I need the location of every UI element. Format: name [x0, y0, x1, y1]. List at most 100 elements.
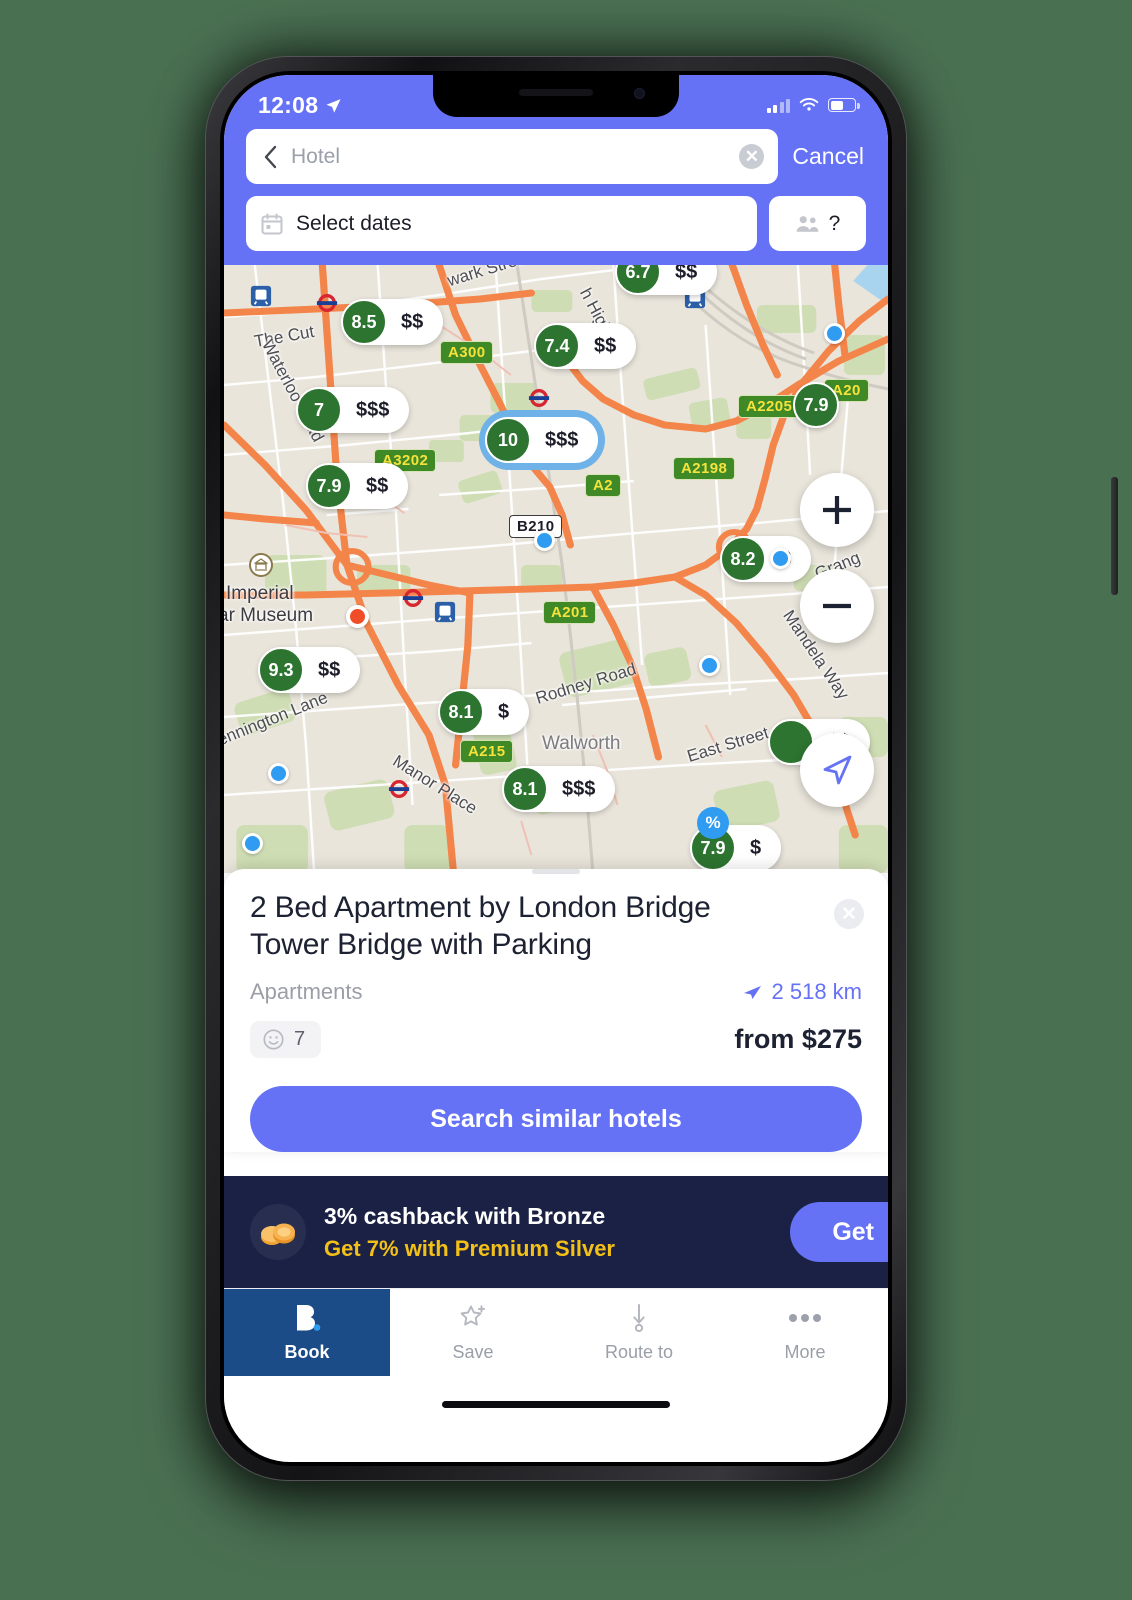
- cancel-button[interactable]: Cancel: [792, 143, 866, 170]
- property-detail-sheet: ✕ 2 Bed Apartment by London Bridge Tower…: [224, 869, 888, 1153]
- hotel-pin[interactable]: 9.3 $$: [258, 647, 361, 693]
- more-dots-icon: [788, 1303, 822, 1333]
- star-plus-icon: [458, 1303, 488, 1333]
- hotel-pin[interactable]: 8.2 $: [720, 536, 812, 582]
- discount-badge[interactable]: %: [697, 807, 729, 839]
- status-bar-left: 12:08: [258, 92, 342, 119]
- guests-icon: [796, 215, 819, 232]
- calendar-icon: [261, 213, 283, 234]
- map-poi-dot[interactable]: [346, 605, 369, 628]
- map-dot[interactable]: [242, 833, 263, 854]
- hotel-price: $$$: [562, 777, 596, 800]
- search-area: Hotel ✕ Cancel Select dates ?: [224, 127, 888, 265]
- hotel-pin[interactable]: 8.1 $: [438, 689, 530, 735]
- promo-headline: 3% cashback with Bronze: [324, 1202, 606, 1229]
- smiley-icon: [263, 1029, 284, 1050]
- tab-more[interactable]: More: [722, 1289, 888, 1376]
- hotel-pin[interactable]: 8.1 $$$: [502, 766, 616, 812]
- property-type: Apartments: [250, 979, 363, 1005]
- tab-save[interactable]: Save: [390, 1289, 556, 1376]
- hotel-pin[interactable]: 7.9 $$: [306, 463, 409, 509]
- status-bar-right: [766, 97, 860, 113]
- battery-icon: [828, 98, 860, 112]
- dates-row: Select dates ?: [246, 196, 866, 251]
- hotel-price: $$: [594, 334, 617, 357]
- clear-circle-icon[interactable]: ✕: [739, 144, 765, 169]
- power-button[interactable]: [1111, 477, 1118, 595]
- property-price: from $275: [734, 1024, 862, 1055]
- road-shield: A2205: [738, 395, 801, 418]
- hotel-pin[interactable]: 7.4 $$: [534, 323, 637, 369]
- select-dates-input[interactable]: Select dates: [246, 196, 757, 251]
- property-title: 2 Bed Apartment by London Bridge Tower B…: [250, 891, 711, 961]
- review-score-chip[interactable]: 7: [250, 1021, 322, 1059]
- hotel-price: $: [498, 700, 510, 723]
- map-dot[interactable]: [534, 530, 555, 551]
- zoom-in-button[interactable]: [800, 473, 874, 547]
- map-dot[interactable]: [699, 655, 720, 676]
- hotel-price: $$: [675, 265, 698, 283]
- hotel-pin-selected[interactable]: 10 $$$: [485, 417, 599, 463]
- tab-label: More: [784, 1341, 826, 1362]
- property-distance: 2 518 km: [740, 979, 862, 1005]
- rail-station-icon: [434, 601, 456, 623]
- bottom-tab-bar: Book Save Route to More: [224, 1288, 888, 1377]
- hotel-pin[interactable]: 8.5 $$: [341, 299, 444, 345]
- home-indicator[interactable]: [442, 1401, 670, 1409]
- search-input[interactable]: Hotel ✕: [246, 129, 779, 184]
- map-dot[interactable]: [824, 323, 845, 344]
- road-shield: A300: [440, 341, 494, 364]
- guests-selector[interactable]: ?: [769, 196, 866, 251]
- cashback-promo-banner[interactable]: 3% cashback with Bronze Get 7% with Prem…: [224, 1176, 888, 1289]
- zoom-out-button[interactable]: [800, 569, 874, 643]
- promo-subline: Get 7% with Premium Silver: [324, 1235, 615, 1261]
- hotel-score: 9.3: [258, 647, 304, 693]
- cellular-signal-icon: [766, 98, 790, 113]
- chevron-left-icon[interactable]: [258, 145, 282, 169]
- place-label: ar Museum: [224, 605, 314, 626]
- promo-text: 3% cashback with Bronze Get 7% with Prem…: [306, 1203, 615, 1262]
- hotel-price: $$: [318, 658, 341, 681]
- tab-book[interactable]: Book: [224, 1289, 390, 1377]
- underground-icon: [402, 589, 424, 607]
- app-header: 12:08 Hotel ✕ Cancel Select dates ?: [224, 75, 888, 265]
- select-dates-label: Select dates: [296, 211, 412, 235]
- tab-label: Book: [284, 1341, 330, 1362]
- rail-station-icon: [250, 285, 272, 307]
- tab-route-to[interactable]: Route to: [556, 1289, 722, 1376]
- hotel-score-pin[interactable]: 7.9: [793, 382, 839, 428]
- earpiece-speaker: [519, 89, 593, 96]
- underground-icon: [528, 389, 550, 407]
- hotel-score: 8.5: [341, 299, 387, 345]
- underground-icon: [388, 780, 410, 798]
- device-notch: [433, 75, 679, 117]
- navigate-arrow-icon: [823, 755, 852, 785]
- hotel-pin[interactable]: 7 $$$: [296, 387, 410, 433]
- guests-value: ?: [828, 211, 841, 235]
- place-label: Imperial: [226, 583, 294, 604]
- minus-icon: [823, 603, 851, 609]
- road-shield: A2: [585, 474, 621, 497]
- location-arrow-icon: [326, 98, 341, 113]
- hotel-score: 7.4: [534, 323, 580, 369]
- search-row: Hotel ✕ Cancel: [246, 129, 866, 184]
- phone-frame: 12:08 Hotel ✕ Cancel Select dates ? A300…: [206, 57, 1118, 1480]
- hotel-score: 10: [485, 417, 531, 463]
- underground-icon: [316, 294, 338, 312]
- search-similar-hotels-button[interactable]: Search similar hotels: [250, 1086, 862, 1153]
- promo-get-button[interactable]: Get: [790, 1202, 888, 1263]
- map-canvas[interactable]: A300 A3202 A2205 A2198 A2 A201 A215 A20 …: [224, 265, 888, 873]
- hotel-pin[interactable]: 6.7 $$: [615, 265, 718, 295]
- locate-me-button[interactable]: [800, 733, 874, 807]
- map-dot[interactable]: [770, 548, 791, 569]
- museum-poi-icon: [249, 553, 273, 577]
- close-circle-icon[interactable]: ✕: [834, 899, 864, 929]
- phone-bezel: 12:08 Hotel ✕ Cancel Select dates ? A300…: [220, 71, 892, 1466]
- phone-screen: 12:08 Hotel ✕ Cancel Select dates ? A300…: [224, 75, 888, 1462]
- tab-label: Save: [452, 1341, 494, 1362]
- hotel-price: $: [750, 836, 762, 859]
- map-dot[interactable]: [268, 763, 289, 784]
- sheet-drag-handle[interactable]: [532, 869, 580, 874]
- place-label: Walworth: [542, 733, 621, 754]
- route-arrow-icon: [627, 1303, 651, 1333]
